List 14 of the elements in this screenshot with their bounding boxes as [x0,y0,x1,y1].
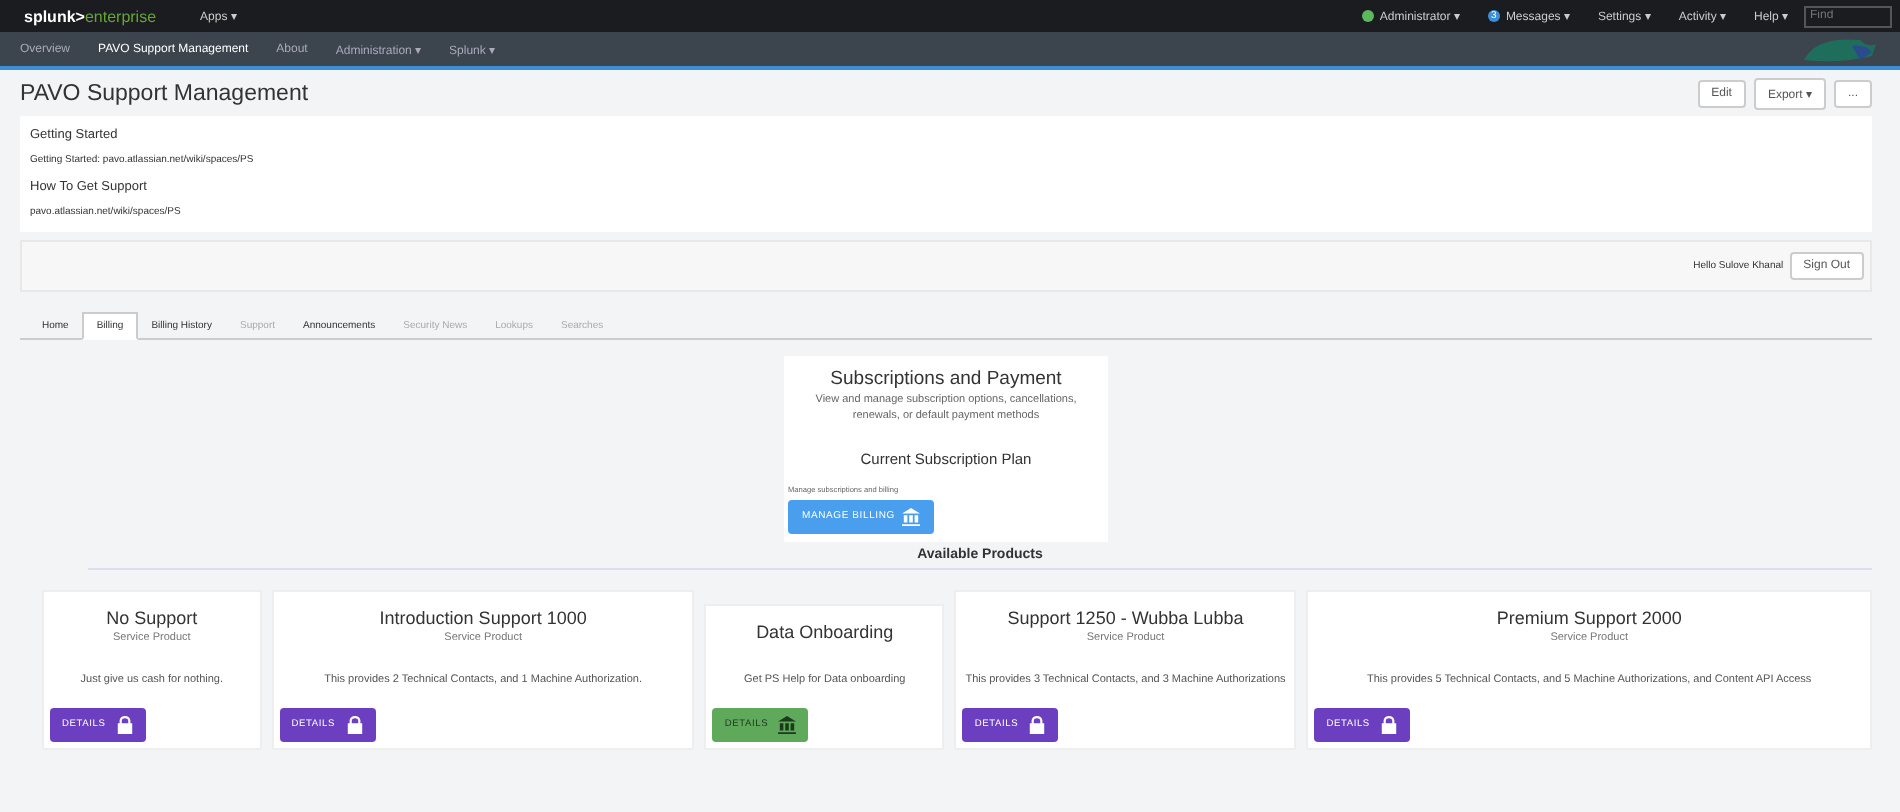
product-name: No Support [104,607,200,628]
product-name: Support 1250 - Wubba Lubba [1005,607,1246,628]
bank-icon [778,715,797,734]
lock-icon [345,715,364,734]
lock-icon [1028,715,1047,734]
bank-icon [902,507,921,526]
product-name: Data Onboarding [754,621,896,642]
dashboard-title: PAVO Support Management [20,81,309,105]
card-title: Subscriptions and Payment [828,368,1064,390]
splunk-logo[interactable]: splunk>enterprise [24,7,157,25]
product-name: Premium Support 2000 [1494,607,1684,628]
product-name: Introduction Support 1000 [377,607,589,628]
lock-icon [1379,715,1398,734]
lock-icon [115,715,134,734]
